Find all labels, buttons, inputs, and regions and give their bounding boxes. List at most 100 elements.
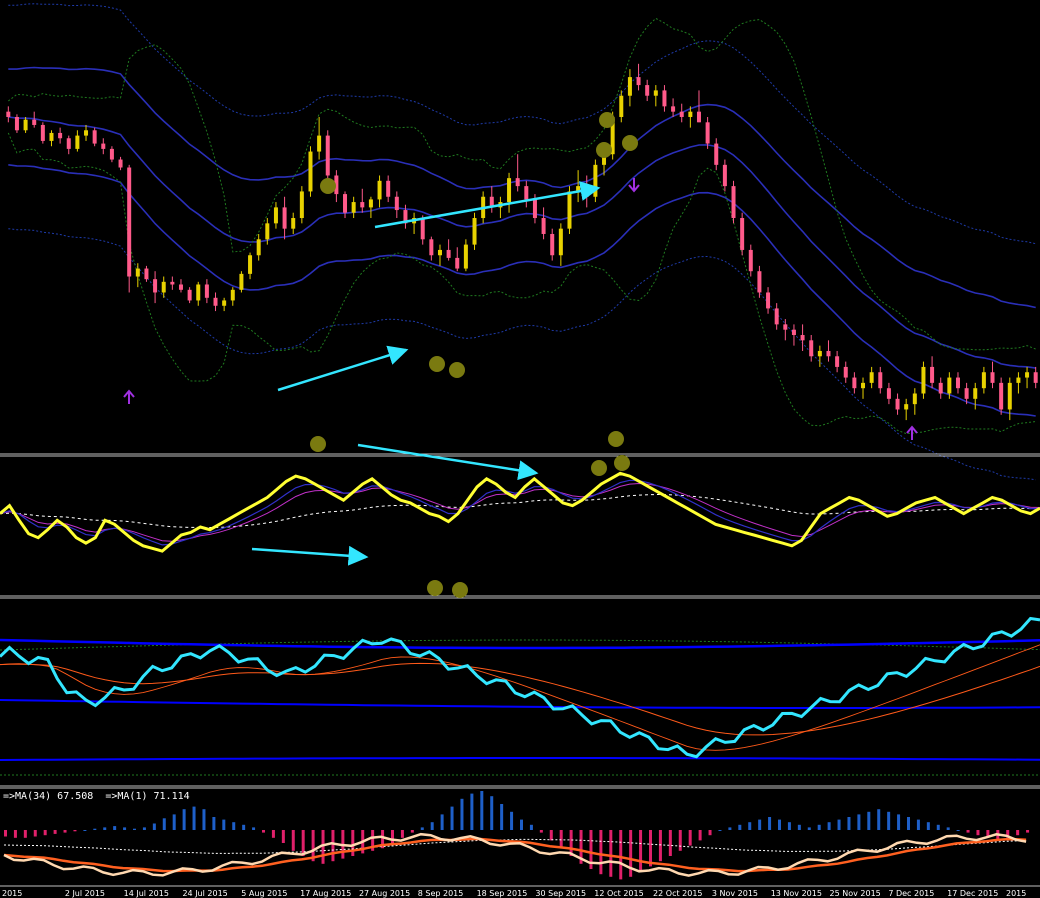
histogram-bar: [658, 830, 662, 862]
candle-body: [679, 111, 684, 117]
histogram-bar: [897, 814, 901, 830]
candle-body: [420, 218, 425, 240]
candle-body: [66, 138, 71, 149]
histogram-bar: [440, 814, 444, 830]
histogram-bar: [321, 830, 325, 864]
histogram-bar: [450, 806, 454, 830]
histogram-bar: [907, 817, 910, 830]
candle-body: [696, 111, 701, 123]
candle-body: [524, 186, 529, 200]
candle-body: [809, 340, 814, 357]
candle-body: [955, 377, 960, 389]
candle-body: [273, 207, 278, 224]
histogram-bar: [529, 824, 533, 830]
candle-body: [1016, 377, 1021, 383]
histogram-bar: [768, 817, 772, 830]
candle-body: [187, 289, 192, 301]
histogram-bar: [857, 814, 861, 830]
candle-body: [49, 132, 54, 141]
marker-dot: [591, 460, 607, 476]
candle-body: [826, 350, 831, 357]
histogram-bar: [232, 822, 236, 830]
candle-body: [265, 223, 270, 240]
histogram-bar: [281, 830, 285, 843]
candle-body: [1025, 372, 1030, 378]
candle-body: [973, 388, 978, 399]
histogram-bar: [639, 830, 643, 872]
histogram-bar: [490, 796, 494, 830]
histogram-bar: [1016, 830, 1020, 836]
candle-body: [705, 122, 710, 144]
histogram-bar: [758, 819, 762, 830]
chart-canvas: [0, 0, 1040, 897]
histogram-bar: [400, 830, 404, 838]
candle-body: [360, 202, 365, 208]
candle-body: [92, 130, 97, 144]
histogram-bar: [797, 824, 801, 830]
marker-dot: [429, 356, 445, 372]
histogram-bar: [33, 830, 37, 837]
histogram-bar: [480, 791, 484, 830]
candle-body: [835, 356, 840, 367]
candle-body: [886, 388, 891, 399]
histogram-bar: [252, 827, 256, 830]
candle-body: [532, 199, 537, 219]
candle-body: [990, 372, 995, 383]
candle-body: [662, 90, 667, 107]
candle-body: [32, 119, 37, 125]
candle-body: [817, 350, 822, 357]
candle-body: [256, 239, 261, 256]
histogram-bar: [778, 819, 781, 830]
histogram-bar: [43, 830, 47, 836]
candle-body: [964, 388, 969, 399]
chart-background: [0, 0, 1040, 897]
candle-body: [84, 130, 89, 136]
histogram-bar: [172, 814, 176, 830]
candle-body: [135, 268, 140, 277]
candle-body: [23, 119, 28, 131]
candle-body: [921, 366, 926, 394]
histogram-bar: [549, 830, 553, 841]
histogram-bar: [748, 822, 752, 830]
candle-body: [567, 191, 572, 229]
histogram-bar: [649, 830, 652, 867]
candle-body: [299, 191, 304, 219]
histogram-bar: [698, 830, 702, 841]
candle-body: [463, 244, 468, 269]
marker-dot: [622, 135, 638, 151]
histogram-bar: [53, 830, 57, 834]
histogram-bar: [262, 830, 265, 833]
histogram-bar: [73, 830, 77, 832]
candle-body: [593, 164, 598, 197]
histogram-bar: [1026, 830, 1030, 833]
candle-body: [222, 300, 227, 306]
histogram-bar: [351, 830, 355, 856]
histogram-bar: [291, 830, 295, 851]
candle-body: [999, 382, 1004, 410]
candle-body: [904, 404, 909, 410]
candle-body: [455, 257, 460, 269]
histogram-bar: [817, 824, 821, 830]
candle-body: [714, 143, 719, 165]
candle-body: [446, 249, 451, 258]
candle-body: [109, 148, 114, 160]
histogram-bar: [619, 830, 623, 880]
candle-body: [645, 85, 650, 96]
candle-body: [368, 199, 373, 208]
candle-body: [861, 382, 866, 389]
candle-body: [178, 284, 183, 290]
histogram-bar: [926, 822, 930, 830]
histogram-bar: [728, 827, 732, 830]
candle-body: [317, 135, 322, 152]
histogram-bar: [202, 809, 206, 830]
histogram-bar: [847, 817, 851, 830]
candle-body: [429, 239, 434, 256]
candle-body: [127, 167, 132, 277]
candle-body: [627, 77, 632, 96]
histogram-bar: [946, 827, 950, 830]
histogram-bar: [460, 798, 464, 830]
candle-body: [377, 180, 382, 200]
histogram-bar: [83, 830, 87, 831]
candle-body: [58, 132, 63, 139]
histogram-bar: [738, 824, 742, 830]
